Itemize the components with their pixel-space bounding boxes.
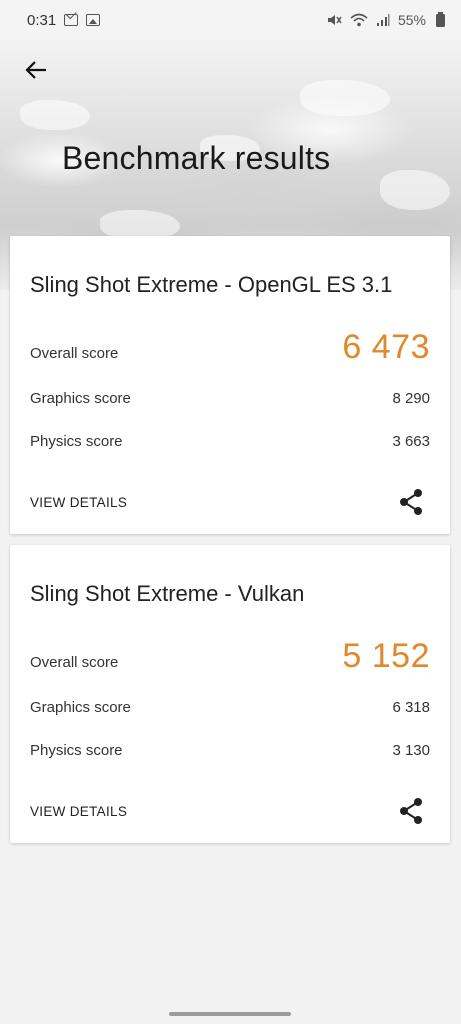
result-card-vulkan: Sling Shot Extreme - Vulkan Overall scor…: [10, 545, 450, 843]
page-title: Benchmark results: [62, 140, 331, 176]
physics-score-value: 3 663: [392, 433, 430, 450]
status-time: 0:31: [27, 11, 57, 29]
overall-score-value: 5 152: [342, 637, 430, 675]
signal-icon: [376, 14, 390, 26]
physics-score-label: Physics score: [30, 742, 123, 759]
wifi-icon: [350, 13, 368, 27]
graphics-score-label: Graphics score: [30, 390, 131, 407]
back-button[interactable]: [20, 56, 52, 84]
status-right: 55%: [326, 11, 445, 28]
share-icon[interactable]: [398, 797, 424, 825]
overall-score-value: 6 473: [342, 328, 430, 366]
physics-score-row: Physics score 3 130: [30, 742, 430, 759]
overall-score-row: Overall score 5 152: [30, 637, 430, 676]
card-title: Sling Shot Extreme - Vulkan: [30, 581, 305, 606]
card-title: Sling Shot Extreme - OpenGL ES 3.1: [30, 272, 393, 297]
battery-icon: [436, 11, 445, 27]
graphics-score-value: 6 318: [392, 699, 430, 716]
physics-score-value: 3 130: [392, 742, 430, 759]
graphics-score-label: Graphics score: [30, 699, 131, 716]
graphics-score-row: Graphics score 8 290: [30, 390, 430, 407]
gallery-icon: [86, 14, 101, 26]
physics-score-row: Physics score 3 663: [30, 433, 430, 450]
share-icon[interactable]: [398, 488, 424, 516]
screen: 0:31 55% Benchmark results Sling Shot Ex…: [0, 0, 461, 1024]
result-card-opengl: Sling Shot Extreme - OpenGL ES 3.1 Overa…: [10, 236, 450, 534]
overall-score-label: Overall score: [30, 654, 119, 671]
gmail-icon: [64, 14, 79, 26]
arrow-left-icon: [25, 61, 46, 79]
overall-score-row: Overall score 6 473: [30, 328, 430, 367]
graphics-score-row: Graphics score 6 318: [30, 699, 430, 716]
status-bar: 0:31 55%: [0, 0, 461, 40]
mute-icon: [327, 15, 342, 25]
view-details-button[interactable]: VIEW DETAILS: [30, 804, 127, 819]
navigation-bar: [0, 1004, 461, 1024]
status-left: 0:31: [27, 11, 101, 29]
home-gesture-handle[interactable]: [169, 1012, 291, 1016]
battery-percent: 55%: [397, 12, 426, 28]
view-details-button[interactable]: VIEW DETAILS: [30, 495, 127, 510]
physics-score-label: Physics score: [30, 433, 123, 450]
overall-score-label: Overall score: [30, 345, 119, 362]
graphics-score-value: 8 290: [392, 390, 430, 407]
